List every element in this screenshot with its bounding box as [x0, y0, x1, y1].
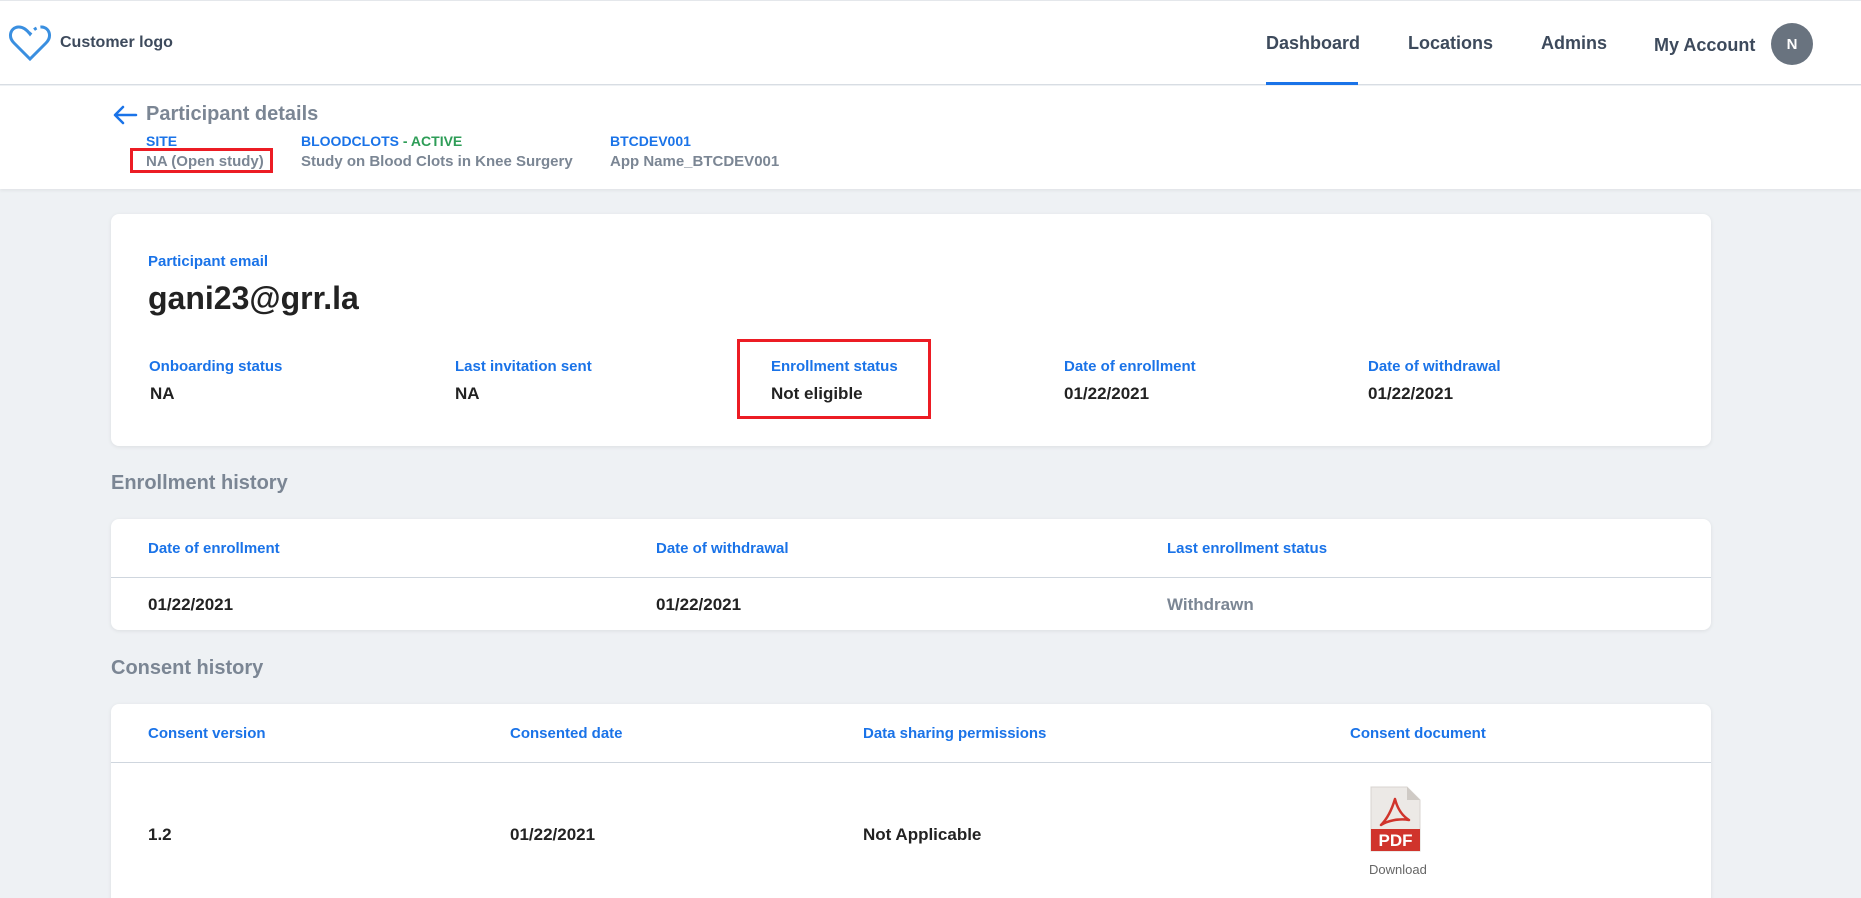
enrollment-row-date-withdrawal: 01/22/2021 — [656, 595, 742, 614]
study-status-text: - ACTIVE — [399, 133, 463, 149]
nav-admins[interactable]: Admins — [1541, 33, 1607, 54]
customer-logo[interactable]: Customer logo — [8, 23, 173, 63]
site-label: SITE — [146, 133, 178, 149]
app-label: BTCDEV001 — [610, 133, 691, 149]
nav-locations[interactable]: Locations — [1408, 33, 1493, 54]
consent-header-document: Consent document — [1350, 725, 1486, 742]
consent-header-divider — [111, 762, 1711, 763]
email-label: Participant email — [148, 253, 269, 270]
participant-subheader — [0, 86, 1861, 189]
study-value: Study on Blood Clots in Knee Surgery — [301, 153, 573, 170]
nav-my-account[interactable]: My Account — [1654, 35, 1755, 56]
site-highlight-box — [130, 148, 273, 173]
enrollment-header-divider — [111, 577, 1711, 578]
consent-history-title: Consent history — [111, 657, 264, 679]
last-invitation-label: Last invitation sent — [455, 358, 592, 375]
date-of-enrollment-label: Date of enrollment — [1064, 358, 1196, 375]
page-title: Participant details — [146, 103, 319, 125]
active-nav-indicator — [1266, 82, 1358, 85]
avatar[interactable]: N — [1771, 23, 1813, 65]
enrollment-row-date-enrollment: 01/22/2021 — [148, 595, 234, 614]
date-of-withdrawal-value: 01/22/2021 — [1368, 384, 1454, 403]
heart-logo-icon — [9, 25, 51, 62]
top-bar: Customer logo Dashboard Locations Admins… — [0, 0, 1861, 85]
participant-email: gani23@grr.la — [148, 280, 359, 316]
enrollment-history-table — [111, 519, 1711, 630]
app-value: App Name_BTCDEV001 — [610, 153, 780, 170]
last-invitation-value: NA — [455, 384, 480, 403]
study-id-text: BLOODCLOTS — [301, 133, 399, 149]
consent-row-date: 01/22/2021 — [510, 825, 596, 844]
onboarding-status-value: NA — [150, 384, 175, 403]
nav-dashboard[interactable]: Dashboard — [1266, 33, 1360, 54]
consent-row-data-sharing: Not Applicable — [863, 825, 982, 844]
enrollment-row-last-status: Withdrawn — [1167, 595, 1254, 614]
back-arrow-icon[interactable] — [112, 104, 138, 126]
consent-header-data-sharing: Data sharing permissions — [863, 725, 1047, 742]
enrollment-header-date-withdrawal: Date of withdrawal — [656, 540, 789, 557]
onboarding-status-label: Onboarding status — [149, 358, 283, 375]
pdf-label: PDF — [1379, 831, 1413, 850]
consent-row-version: 1.2 — [148, 825, 172, 844]
consent-header-version: Consent version — [148, 725, 266, 742]
download-link[interactable]: Download — [1369, 862, 1427, 877]
study-label: BLOODCLOTS - ACTIVE — [301, 133, 462, 149]
enrollment-status-highlight-box — [737, 339, 931, 419]
enrollment-header-last-status: Last enrollment status — [1167, 540, 1328, 557]
enrollment-header-date-enrollment: Date of enrollment — [148, 540, 280, 557]
pdf-document-icon[interactable]: PDF — [1369, 785, 1422, 853]
logo-text: Customer logo — [60, 34, 173, 51]
date-of-withdrawal-label: Date of withdrawal — [1368, 358, 1501, 375]
date-of-enrollment-value: 01/22/2021 — [1064, 384, 1150, 403]
consent-header-date: Consented date — [510, 725, 623, 742]
enrollment-history-title: Enrollment history — [111, 472, 288, 494]
